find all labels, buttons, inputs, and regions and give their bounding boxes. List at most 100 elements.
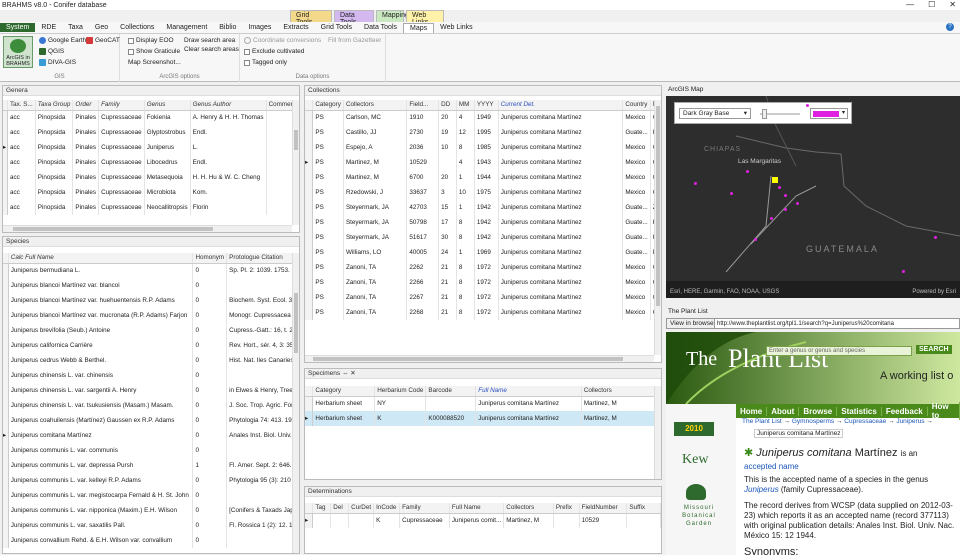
collections-cell[interactable]: Espejo, A [343, 140, 408, 155]
collections-col-yyyy[interactable]: YYYY [474, 100, 499, 111]
collections-cell[interactable] [438, 155, 457, 170]
collections-cell[interactable]: PS [312, 275, 344, 290]
selected-map-point[interactable] [772, 177, 778, 183]
collections-cell[interactable]: 15 [438, 200, 457, 215]
collections-col-collectors[interactable]: Collectors [343, 100, 408, 111]
species-cell[interactable] [226, 368, 299, 383]
maximize-button[interactable]: ☐ [928, 0, 935, 10]
species-cell[interactable]: Juniperus brevifolia (Seub.) Antoine [8, 323, 194, 338]
collections-cell[interactable]: Guate... [622, 125, 651, 140]
species-cell[interactable]: 0 [192, 308, 228, 323]
genera-vscroll[interactable] [292, 100, 299, 225]
determinations-cell[interactable] [312, 513, 332, 528]
collections-cell[interactable]: PS [312, 155, 344, 170]
genera-cell[interactable]: Pinales [72, 125, 100, 140]
collections-col-category[interactable]: Category [312, 100, 344, 111]
species-cell[interactable]: 0 [192, 413, 228, 428]
collections-cell[interactable]: 8 [456, 275, 475, 290]
row-header[interactable] [305, 170, 314, 185]
genera-col-order[interactable]: Order [72, 100, 100, 111]
nav-browse[interactable]: Browse [799, 406, 838, 416]
row-header[interactable] [305, 230, 314, 245]
collections-row[interactable]: PS Steyermark, JA 42703 15 1 1942 Juniperus co… [305, 200, 661, 215]
collections-cell[interactable]: PS [312, 290, 344, 305]
crumb-cupressaceae[interactable]: Cupressaceae [844, 418, 886, 425]
det-col-del[interactable]: Del [330, 503, 350, 514]
row-header[interactable] [305, 215, 314, 230]
specimens-row[interactable]: ▸ Herbarium sheet K K000088520 Juniperus com… [305, 411, 661, 426]
collections-col-dd[interactable]: DD [438, 100, 457, 111]
plantlist-search-input[interactable]: Enter a genus or genus and species [766, 346, 912, 356]
species-cell[interactable]: Anales Inst. Biol. Univ. [226, 428, 299, 443]
collections-cell[interactable]: 1985 [474, 140, 499, 155]
collections-cell[interactable]: 30 [438, 230, 457, 245]
genera-cell[interactable]: H. H. Hu & W. C. Cheng [190, 170, 267, 185]
collections-cell[interactable]: Mexico [622, 140, 651, 155]
species-cell[interactable]: Cupress.-Gatt.: 16, t. 2 [226, 323, 299, 338]
collections-cell[interactable]: Castillo, JJ [343, 125, 408, 140]
species-cell[interactable]: Juniperus chinensis L. var. tsukusiensis… [8, 398, 194, 413]
collections-cell[interactable]: Carlson, MC [343, 110, 408, 125]
tab-grid-tools[interactable]: Grid Tools [315, 23, 358, 32]
species-row[interactable]: Juniperus blancoi Martínez var. huehuent… [3, 293, 299, 308]
map-screenshot-button[interactable]: Map Screenshot... [128, 59, 181, 66]
collections-cell[interactable]: 1943 [474, 155, 499, 170]
genera-cell[interactable]: Cupressaceae [98, 170, 145, 185]
specimens-cell[interactable]: Martinez, M [581, 396, 661, 411]
collections-cell[interactable]: 2036 [406, 140, 440, 155]
species-cell[interactable]: 0 [192, 473, 228, 488]
row-header[interactable] [305, 305, 314, 320]
collections-row[interactable]: PS Williams, LO 40005 24 1 1969 Juniperus comi… [305, 245, 661, 260]
species-row[interactable]: Juniperus communis L. var. megistocarpa … [3, 488, 299, 503]
genera-cell[interactable]: L. [190, 140, 267, 155]
species-row[interactable]: Juniperus communis L. var. nipponica (Ma… [3, 503, 299, 518]
collections-cell[interactable]: 8 [456, 260, 475, 275]
species-cell[interactable]: Fl. Rossica 1 (2): 12. 17 [226, 518, 299, 533]
current-row-marker[interactable]: ▸ [305, 155, 314, 170]
tab-management[interactable]: Management [160, 23, 213, 32]
genera-cell[interactable]: Florin [190, 200, 267, 215]
species-row[interactable]: Juniperus communis L. var. depressa Purs… [3, 458, 299, 473]
genera-cell[interactable]: Pinopsida [35, 140, 74, 155]
collections-cell[interactable]: 1972 [474, 290, 499, 305]
collections-cell[interactable]: Juniperus comitana Martínez [498, 260, 624, 275]
species-cell[interactable]: 0 [192, 383, 228, 398]
collections-row[interactable]: PS Steyermark, JA 50798 17 8 1942 Juniperus co… [305, 215, 661, 230]
genera-cell[interactable]: Cupressaceae [98, 140, 145, 155]
genera-cell[interactable]: Pinales [72, 110, 100, 125]
species-cell[interactable]: Biochem. Syst. Ecol. 3 [226, 293, 299, 308]
species-cell[interactable]: J. Soc. Trop. Agric. For [226, 398, 299, 413]
minimize-button[interactable]: — [906, 0, 914, 10]
collections-row[interactable]: PS Steyermark, JA 51617 30 8 1942 Juniperus co… [305, 230, 661, 245]
arcgis-in-brahms-button[interactable]: ArcGIS in BRAHMS [3, 36, 33, 68]
tab-rde[interactable]: RDE [35, 23, 62, 32]
species-cell[interactable] [226, 278, 299, 293]
species-cell[interactable]: 0 [192, 503, 228, 518]
species-row[interactable]: Juniperus chinensis L. var. sargentii A.… [3, 383, 299, 398]
collections-cell[interactable]: 10 [438, 140, 457, 155]
collections-cell[interactable]: 10 [456, 185, 475, 200]
genera-row[interactable]: acc Pinopsida Pinales Cupressaceae Fokienia A… [3, 110, 299, 125]
species-cell[interactable]: Monogr. Cupressacea [226, 308, 299, 323]
collections-cell[interactable]: Juniperus comitana Martínez [498, 230, 624, 245]
collections-cell[interactable]: 8 [456, 230, 475, 245]
genera-col-family[interactable]: Family [98, 100, 145, 111]
collections-cell[interactable]: Zanoni, TA [343, 275, 408, 290]
genera-cell[interactable]: Pinopsida [35, 125, 74, 140]
collections-col-mm[interactable]: MM [456, 100, 475, 111]
collections-cell[interactable]: Guate... [622, 215, 651, 230]
determinations-cell[interactable]: 10529 [579, 513, 628, 528]
collections-cell[interactable]: 33637 [406, 185, 440, 200]
collections-cell[interactable]: 1944 [474, 170, 499, 185]
collections-vscroll[interactable] [654, 100, 661, 355]
collections-cell[interactable]: 8 [456, 305, 475, 320]
collections-cell[interactable]: 1 [456, 170, 475, 185]
map-point[interactable] [770, 217, 773, 220]
genera-col-tax-status[interactable]: Tax. S... [7, 100, 36, 111]
genera-cell[interactable]: Juniperus [144, 140, 191, 155]
close-icon[interactable]: ✕ [350, 370, 355, 377]
genera-cell[interactable]: Cupressaceae [98, 155, 145, 170]
collections-cell[interactable]: Juniperus comitana Martínez [498, 125, 624, 140]
collections-cell[interactable]: 24 [438, 245, 457, 260]
species-cell[interactable]: Juniperus convallium Rehd. & E.H. Wilson… [8, 533, 194, 548]
